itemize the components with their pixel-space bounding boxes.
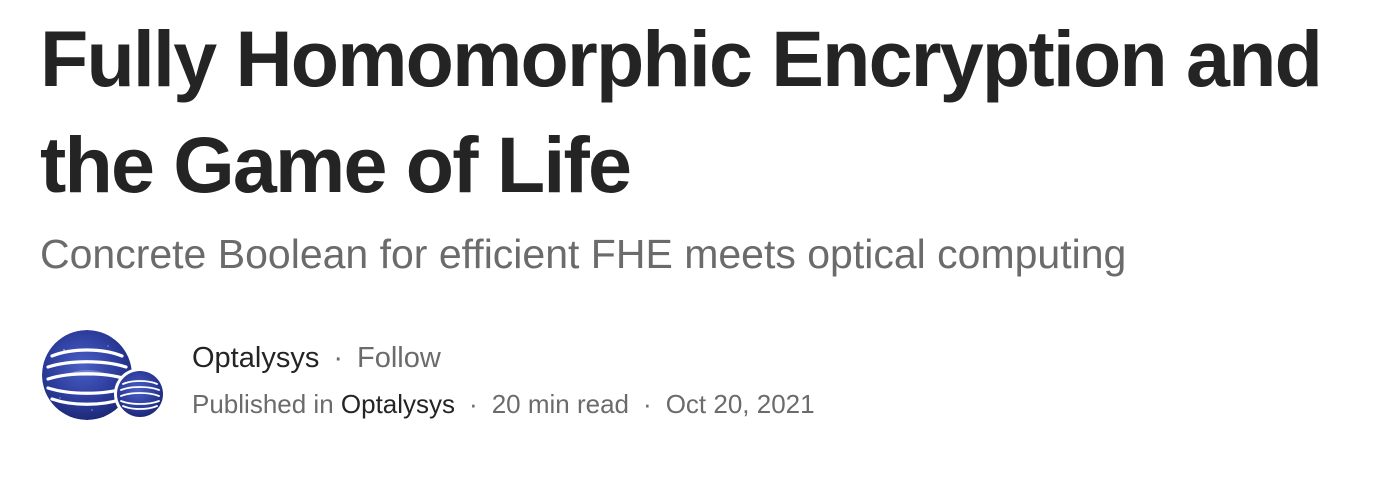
published-in-label: Published in: [192, 389, 334, 419]
optalysys-logo-icon: [117, 371, 163, 417]
article-title: Fully Homomorphic Encryption and the Gam…: [40, 14, 1323, 209]
byline: Optalysys · Follow Published in Optalysys ·…: [42, 330, 1042, 422]
read-time: 20 min read: [491, 389, 630, 419]
publish-date: Oct 20, 2021: [665, 389, 815, 419]
follow-button[interactable]: Follow: [357, 342, 441, 374]
author-line: Optalysys · Follow: [192, 338, 441, 378]
publication-avatar[interactable]: [114, 368, 166, 420]
separator-dot: ·: [643, 389, 652, 419]
publication-line: Published in Optalysys · 20 min read · Oct 2…: [192, 386, 815, 422]
publication-name-link[interactable]: Optalysys: [341, 389, 455, 419]
author-name-link[interactable]: Optalysys: [192, 342, 319, 374]
separator-dot: ·: [469, 389, 478, 419]
article-subtitle: Concrete Boolean for efficient FHE meets…: [40, 231, 1127, 277]
separator-dot: ·: [333, 342, 343, 374]
